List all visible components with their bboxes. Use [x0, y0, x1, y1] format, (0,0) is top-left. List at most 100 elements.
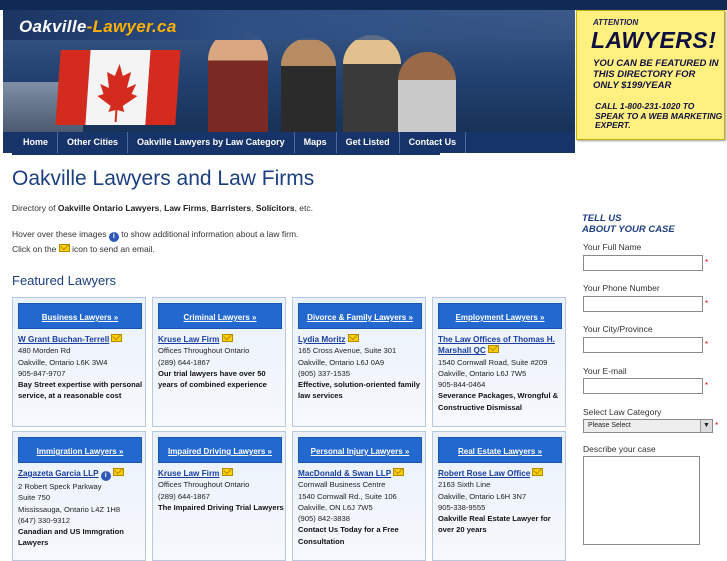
- card-body: Kruse Law Firm Offices Throughout Ontari…: [158, 468, 285, 513]
- featured-heading: Featured Lawyers: [12, 273, 117, 288]
- city-input[interactable]: [583, 337, 703, 353]
- category-link-button[interactable]: Criminal Lawyers »: [158, 303, 282, 329]
- lawyer-description: The Impaired Driving Trial Lawyers: [158, 502, 284, 512]
- email-icon[interactable]: [112, 468, 124, 476]
- address-line: 2 Robert Speck Parkway: [18, 482, 102, 491]
- lawyer-name-link[interactable]: W Grant Buchan-Terrell: [18, 335, 109, 344]
- category-link[interactable]: Divorce & Family Lawyers »: [307, 313, 413, 322]
- lawyer-name-link[interactable]: Zagazeta Garcia LLP: [18, 469, 99, 478]
- lawyer-name-link[interactable]: MacDonald & Swan LLP: [298, 469, 391, 478]
- click-hint: Click on the icon to send an email.: [12, 244, 155, 254]
- lawyer-photo-2: [281, 38, 336, 132]
- site-logo[interactable]: Oakville-Lawyer.ca: [19, 17, 177, 37]
- lawyer-card: Personal Injury Lawyers » MacDonald & Swa…: [292, 431, 426, 561]
- address-line: 165 Cross Avenue, Suite 301: [298, 346, 397, 356]
- email-icon[interactable]: [221, 334, 233, 342]
- category-link-button[interactable]: Impaired Driving Lawyers »: [158, 437, 282, 463]
- nav-other-cities[interactable]: Other Cities: [58, 132, 129, 153]
- ad-attention: ATTENTION: [593, 18, 639, 27]
- address-line: (905) 337-1535: [298, 368, 350, 378]
- lawyer-name-link[interactable]: Kruse Law Firm: [158, 469, 219, 478]
- case-description-textarea[interactable]: [583, 456, 700, 545]
- info-icon: i: [108, 232, 119, 242]
- lawyer-description: Our trial lawyers have over 50 years of …: [158, 368, 267, 390]
- intro-bold-1: Oakville Ontario Lawyers: [57, 203, 160, 213]
- category-link[interactable]: Criminal Lawyers »: [184, 313, 257, 322]
- lawyer-description: Contact Us Today for a Free Consultation: [298, 525, 399, 546]
- category-link[interactable]: Business Lawyers »: [42, 313, 118, 322]
- lawyer-name-link[interactable]: Lydia Moritz: [298, 335, 345, 344]
- category-link-button[interactable]: Personal Injury Lawyers »: [298, 437, 422, 463]
- card-body: Kruse Law Firm Offices Throughout Ontari…: [158, 334, 285, 390]
- lawyer-photo-3: [343, 35, 401, 132]
- label-describe: Describe your case: [583, 444, 656, 454]
- email-icon[interactable]: [393, 468, 405, 476]
- category-link[interactable]: Impaired Driving Lawyers »: [168, 447, 272, 456]
- header-banner: Oakville-Lawyer.ca: [3, 10, 575, 132]
- category-link-button[interactable]: Divorce & Family Lawyers »: [298, 303, 422, 329]
- lawyer-name-link[interactable]: Kruse Law Firm: [158, 335, 219, 344]
- address-line: Oakville, ON L6J 7W5: [298, 502, 373, 512]
- full-name-input[interactable]: [583, 255, 703, 271]
- form-heading: TELL US ABOUT YOUR CASE: [582, 213, 675, 235]
- nav-contact-us[interactable]: Contact Us: [400, 132, 467, 153]
- required-mark: *: [705, 299, 709, 308]
- lawyer-card: Divorce & Family Lawyers » Lydia Moritz 1…: [292, 297, 426, 427]
- email-icon[interactable]: [111, 334, 123, 342]
- lawyer-card: Immigration Lawyers » Zagazeta Garcia LLP…: [12, 431, 146, 561]
- card-body: W Grant Buchan-Terrell 480 Morden Rd Oakv…: [18, 334, 145, 402]
- intro-pre: Directory of: [12, 203, 58, 213]
- card-body: Zagazeta Garcia LLP i 2 Robert Speck Par…: [18, 468, 145, 549]
- lawyer-name-link[interactable]: Robert Rose Law Office: [438, 469, 530, 478]
- email-icon[interactable]: [221, 468, 233, 476]
- category-link[interactable]: Real Estate Lawyers »: [458, 447, 542, 456]
- lawyer-description: Canadian and US Immgration Lawyers: [18, 527, 124, 548]
- main-nav: Home Other Cities Oakville Lawyers by La…: [3, 132, 575, 153]
- category-link-button[interactable]: Employment Lawyers »: [438, 303, 562, 329]
- required-mark: *: [715, 421, 719, 430]
- address-line: (647) 330-9312: [18, 515, 70, 525]
- law-category-select[interactable]: Please Select ▼: [583, 419, 713, 433]
- address-line: 2163 Sixth Line: [438, 480, 491, 490]
- nav-home[interactable]: Home: [3, 132, 59, 153]
- info-icon[interactable]: i: [100, 471, 111, 481]
- label-category: Select Law Category: [583, 407, 662, 417]
- required-mark: *: [705, 340, 709, 349]
- category-link-button[interactable]: Immigration Lawyers »: [18, 437, 142, 463]
- address-line: Oakville, Ontario L6J 7W5: [438, 368, 527, 378]
- advertisement-box[interactable]: ATTENTION LAWYERS! YOU CAN BE FEATURED I…: [576, 10, 725, 140]
- category-link-button[interactable]: Real Estate Lawyers »: [438, 437, 562, 463]
- address-line: Oakville, Ontario L6K 3W4: [18, 357, 108, 367]
- nav-law-category[interactable]: Oakville Lawyers by Law Category: [128, 132, 295, 153]
- page-title: Oakville Lawyers and Law Firms: [12, 167, 315, 190]
- address-line: Cornwall Business Centre: [298, 480, 386, 490]
- email-icon[interactable]: [487, 345, 499, 354]
- logo-text-a: Oakville: [19, 17, 87, 36]
- address-line: 905-338-9555: [438, 502, 486, 512]
- category-link[interactable]: Personal Injury Lawyers »: [311, 447, 410, 456]
- intro-bold-2: Law Firms: [164, 203, 207, 213]
- email-icon[interactable]: [347, 334, 359, 342]
- nav-get-listed[interactable]: Get Listed: [337, 132, 400, 153]
- hover-post: to show additional information about a l…: [118, 229, 299, 239]
- category-link-button[interactable]: Business Lawyers »: [18, 303, 142, 329]
- ad-headline: LAWYERS!: [591, 27, 717, 53]
- intro-bold-3: Barristers: [210, 203, 252, 213]
- lawyer-description: Effective, solution-oriented family law …: [298, 380, 420, 401]
- address-line: Suite 750: [18, 493, 51, 503]
- lawyer-photo-4: [398, 52, 456, 132]
- nav-maps[interactable]: Maps: [295, 132, 337, 153]
- nav-underline: [12, 153, 440, 155]
- email-icon[interactable]: [532, 468, 544, 476]
- canada-flag-image: [55, 50, 181, 125]
- lawyer-card: Impaired Driving Lawyers » Kruse Law Firm…: [152, 431, 286, 561]
- address-line: 1540 Cornwall Road, Suite #209: [438, 357, 548, 367]
- address-line: 905-847-9707: [18, 368, 66, 378]
- top-strip: [0, 0, 727, 10]
- email-input[interactable]: [583, 378, 703, 394]
- card-body: Lydia Moritz 165 Cross Avenue, Suite 301…: [298, 334, 425, 402]
- category-link[interactable]: Employment Lawyers »: [456, 313, 545, 322]
- category-link[interactable]: Immigration Lawyers »: [37, 447, 124, 456]
- email-icon: [58, 244, 70, 252]
- phone-input[interactable]: [583, 296, 703, 312]
